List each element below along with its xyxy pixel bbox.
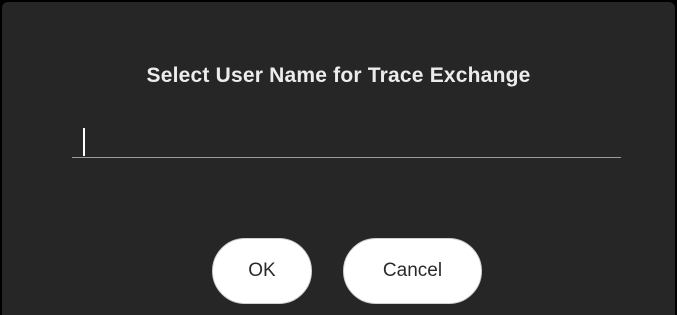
dialog-title: Select User Name for Trace Exchange bbox=[146, 64, 531, 87]
user-name-dialog: Select User Name for Trace Exchange OK C… bbox=[2, 2, 675, 315]
text-caret bbox=[83, 128, 85, 156]
ok-button[interactable]: OK bbox=[212, 238, 312, 304]
cancel-button[interactable]: Cancel bbox=[343, 238, 482, 304]
username-input[interactable] bbox=[72, 120, 621, 157]
username-field-container bbox=[72, 120, 621, 158]
